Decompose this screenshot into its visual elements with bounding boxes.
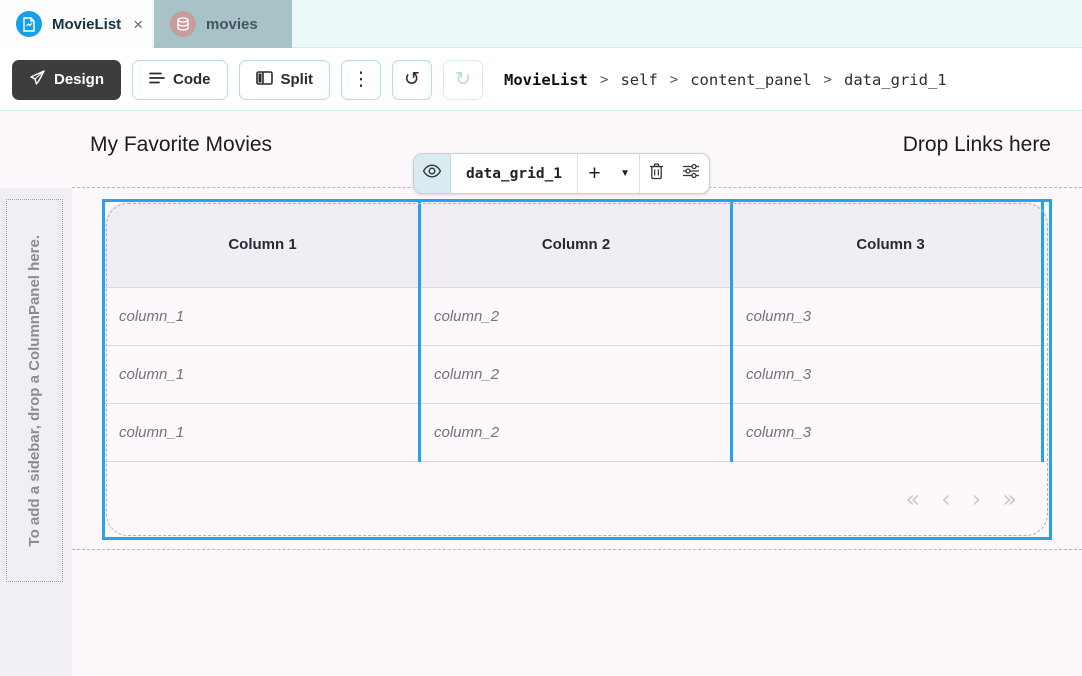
table-cell: column_3 [732,346,1049,403]
redo-button[interactable]: ↻ [443,60,483,100]
pagination-bar: « ‹ › » [105,462,1049,536]
column-resize-handle[interactable] [1041,202,1044,462]
design-canvas: My Favorite Movies Drop Links here To ad… [0,110,1082,676]
redo-icon: ↻ [455,70,471,89]
undo-button[interactable]: ↺ [392,60,432,100]
sliders-icon [682,163,700,184]
add-component-button[interactable]: + [578,154,611,193]
code-button-label: Code [173,71,211,88]
code-lines-icon [149,71,165,89]
first-page-icon[interactable]: « [905,487,920,511]
form-icon [16,11,42,37]
eye-icon [422,164,442,183]
table-cell: column_1 [105,288,420,345]
editor-toolbar: Design Code Split ⋮ ↺ ↻ MovieList > self… [0,49,1082,110]
table-row[interactable]: column_1 column_2 column_3 [105,346,1049,404]
column-resize-handle[interactable] [418,202,421,462]
add-component-dropdown[interactable]: ▼ [611,154,640,193]
plus-icon: + [588,162,600,186]
data-grid-header-row[interactable]: Column 1 Column 2 Column 3 [105,202,1049,288]
split-button-label: Split [281,71,314,88]
paper-plane-icon [29,69,46,90]
column-header[interactable]: Column 1 [105,202,420,287]
tab-movielist[interactable]: MovieList × [0,0,152,48]
table-cell: column_1 [105,346,420,403]
code-button[interactable]: Code [132,60,228,100]
undo-icon: ↺ [404,70,420,89]
table-row[interactable]: column_1 column_2 column_3 [105,404,1049,462]
editor-tabbar: MovieList × movies [0,0,1082,48]
table-cell: column_3 [732,288,1049,345]
design-button[interactable]: Design [12,60,121,100]
sidebar-drop-zone[interactable]: To add a sidebar, drop a ColumnPanel her… [6,199,63,582]
table-cell: column_2 [420,288,732,345]
table-cell: column_1 [105,404,420,461]
breadcrumb-separator: > [670,72,678,88]
drop-links-zone[interactable]: Drop Links here [903,133,1051,157]
chevron-down-icon: ▼ [620,168,630,179]
column-header[interactable]: Column 3 [732,202,1049,287]
table-cell: column_3 [732,404,1049,461]
design-button-label: Design [54,71,104,88]
content-panel-divider-bottom [72,549,1082,550]
tab-movies-label: movies [206,16,258,33]
breadcrumb-content-panel[interactable]: content_panel [690,71,811,89]
column-header[interactable]: Column 2 [420,202,732,287]
data-grid-component[interactable]: Column 1 Column 2 Column 3 column_1 colu… [102,199,1052,540]
split-view-icon [256,71,273,89]
breadcrumb-data-grid[interactable]: data_grid_1 [844,71,947,89]
next-page-icon[interactable]: › [972,487,982,511]
breadcrumb-self[interactable]: self [620,71,657,89]
component-toolbar: data_grid_1 + ▼ [413,153,710,194]
tab-movies[interactable]: movies [154,0,292,48]
column-resize-handle[interactable] [730,202,733,462]
app-window: MovieList × movies Design Code Split ⋮ ↺ [0,0,1082,676]
table-cell: column_2 [420,346,732,403]
page-title[interactable]: My Favorite Movies [90,133,272,157]
component-properties-button[interactable] [673,154,709,193]
previous-page-icon[interactable]: ‹ [941,487,951,511]
table-cell: column_2 [420,404,732,461]
sidebar-hint-text: To add a sidebar, drop a ColumnPanel her… [26,235,43,546]
sidebar-drop-strip[interactable]: To add a sidebar, drop a ColumnPanel her… [0,188,72,676]
breadcrumb-separator: > [824,72,832,88]
breadcrumb: MovieList > self > content_panel > data_… [504,71,947,89]
table-row[interactable]: column_1 column_2 column_3 [105,288,1049,346]
more-options-button[interactable]: ⋮ [341,60,381,100]
kebab-menu-icon: ⋮ [352,70,371,89]
split-button[interactable]: Split [239,60,331,100]
close-icon[interactable]: × [133,16,143,33]
database-icon [170,11,196,37]
last-page-icon[interactable]: » [1002,487,1017,511]
breadcrumb-root[interactable]: MovieList [504,71,588,89]
trash-icon [649,163,664,185]
visibility-button[interactable] [414,154,451,193]
breadcrumb-separator: > [600,72,608,88]
component-name-label[interactable]: data_grid_1 [451,154,578,193]
delete-component-button[interactable] [640,154,673,193]
tab-movielist-label: MovieList [52,16,121,33]
